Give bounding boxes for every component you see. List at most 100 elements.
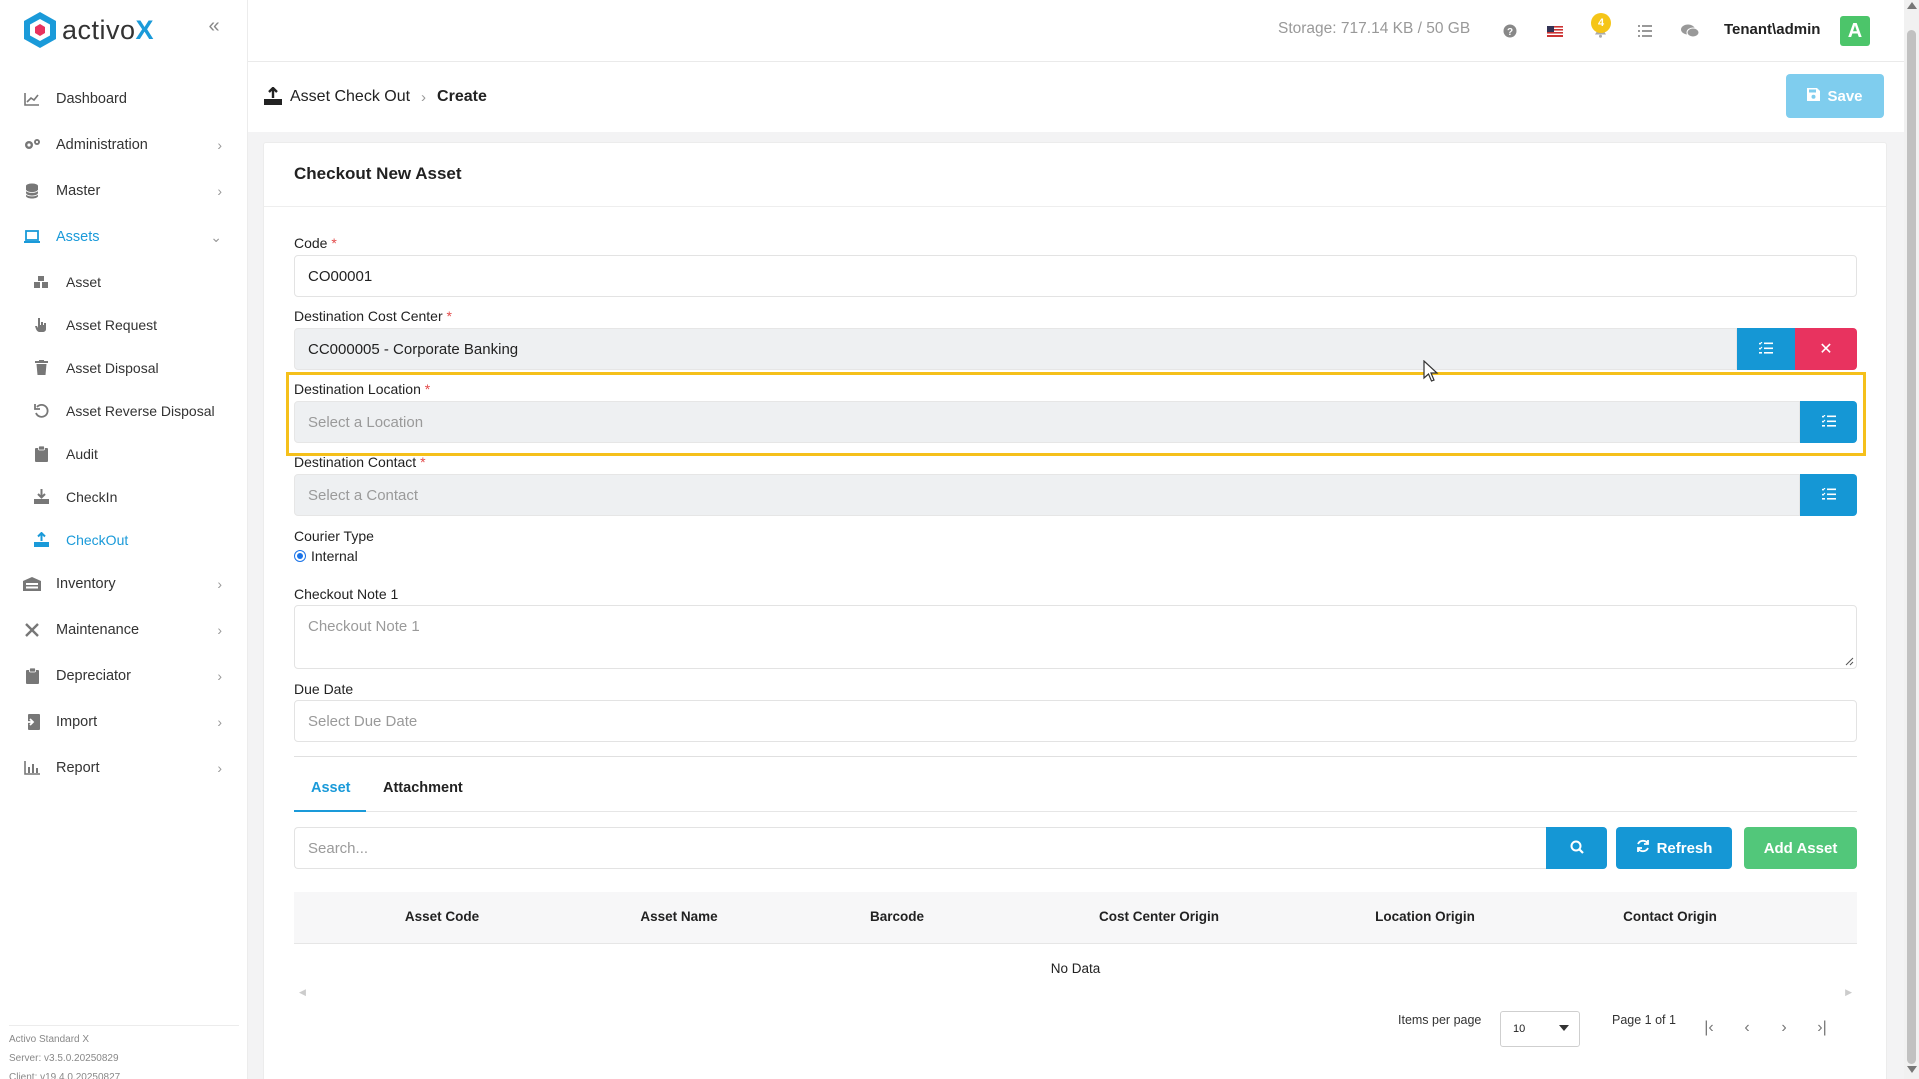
- chevron-down-icon: ⌄: [210, 229, 222, 245]
- location-label: Destination Location *: [294, 381, 430, 397]
- resize-handle-icon[interactable]: [1845, 657, 1854, 666]
- location-select-button[interactable]: [1800, 401, 1857, 443]
- search-icon: [1570, 840, 1584, 857]
- list-check-icon: [1821, 414, 1836, 430]
- us-flag-icon[interactable]: [1544, 20, 1566, 42]
- contact-select-button[interactable]: [1800, 474, 1857, 516]
- contact-field[interactable]: Select a Contact: [294, 474, 1800, 516]
- scrollbar-thumb[interactable]: [1907, 30, 1916, 1064]
- collapse-sidebar-icon[interactable]: «: [204, 16, 224, 36]
- sidebar-item-label: Maintenance: [56, 622, 140, 638]
- user-name[interactable]: Tenant\admin: [1724, 21, 1820, 38]
- sidebar-item-inventory[interactable]: Inventory ›: [0, 561, 248, 607]
- chat-icon[interactable]: [1679, 20, 1701, 42]
- chevron-right-icon: ›: [421, 88, 427, 106]
- due-date-field[interactable]: Select Due Date: [294, 700, 1857, 742]
- sidebar-subitem-asset-request[interactable]: Asset Request: [0, 303, 248, 346]
- undo-icon: [32, 402, 50, 420]
- first-page-icon[interactable]: |‹: [1698, 1017, 1720, 1039]
- clipboard-icon: [32, 445, 50, 463]
- location-label-text: Destination Location: [294, 381, 421, 397]
- chevron-right-icon: ›: [217, 137, 222, 153]
- horizontal-scrollbar[interactable]: ◀ ▶: [294, 987, 1857, 997]
- last-page-icon[interactable]: ›|: [1811, 1017, 1833, 1039]
- column-header[interactable]: Cost Center Origin: [1079, 909, 1239, 924]
- cost-center-select-button[interactable]: [1737, 328, 1795, 370]
- notification-badge: 4: [1591, 13, 1611, 33]
- bar-chart-icon: [22, 758, 42, 778]
- add-asset-button[interactable]: Add Asset: [1744, 827, 1857, 869]
- location-placeholder: Select a Location: [308, 413, 424, 431]
- sidebar-item-depreciator[interactable]: Depreciator ›: [0, 653, 248, 699]
- sidebar-subitem-asset[interactable]: Asset: [0, 260, 248, 303]
- topbar: Storage: 717.14 KB / 50 GB ? 4 Tenant\ad…: [248, 0, 1904, 62]
- upload-icon: [264, 86, 284, 107]
- help-icon[interactable]: ?: [1499, 20, 1521, 42]
- warehouse-icon: [22, 574, 42, 594]
- sidebar-subitem-asset-reverse-disposal[interactable]: Asset Reverse Disposal: [0, 389, 248, 432]
- cost-center-clear-button[interactable]: ✕: [1795, 328, 1857, 370]
- sidebar: activoX « Dashboard Administration › Mas…: [0, 0, 248, 1079]
- sidebar-subitem-audit[interactable]: Audit: [0, 432, 248, 475]
- sidebar-item-dashboard[interactable]: Dashboard: [0, 76, 248, 122]
- courier-option-label: Internal: [311, 548, 358, 564]
- chevron-right-icon: ›: [217, 183, 222, 199]
- refresh-button[interactable]: Refresh: [1616, 827, 1732, 869]
- courier-label: Courier Type: [294, 528, 374, 544]
- page-info: Page 1 of 1: [1612, 1013, 1676, 1027]
- search-placeholder: Search...: [308, 839, 369, 857]
- avatar[interactable]: A: [1840, 16, 1870, 46]
- sidebar-item-administration[interactable]: Administration ›: [0, 122, 248, 168]
- version-edition: Activo Standard X: [9, 1034, 90, 1045]
- items-per-page-select[interactable]: 10: [1500, 1011, 1580, 1047]
- sidebar-subitem-checkin[interactable]: CheckIn: [0, 475, 248, 518]
- scroll-left-icon[interactable]: ◀: [299, 987, 306, 998]
- contact-label-text: Destination Contact: [294, 454, 417, 470]
- sidebar-subitem-label: CheckOut: [66, 531, 129, 548]
- sidebar-subitem-label: Audit: [66, 445, 98, 462]
- tab-attachment[interactable]: Attachment: [383, 780, 463, 796]
- radio-button[interactable]: [294, 550, 306, 562]
- column-header[interactable]: Asset Code: [382, 909, 502, 924]
- scroll-right-icon[interactable]: ▶: [1845, 987, 1852, 998]
- divider: [264, 206, 1886, 207]
- hand-pointer-icon: [32, 316, 50, 334]
- search-button[interactable]: [1546, 827, 1607, 869]
- tab-asset[interactable]: Asset: [311, 780, 351, 796]
- sidebar-item-label: Administration: [56, 137, 148, 153]
- sidebar-item-assets[interactable]: Assets ⌄: [0, 214, 248, 260]
- chevron-right-icon: ›: [217, 576, 222, 592]
- list-icon[interactable]: [1634, 20, 1656, 42]
- column-header[interactable]: Location Origin: [1355, 909, 1495, 924]
- code-field[interactable]: CO00001: [294, 255, 1857, 297]
- scroll-up-icon[interactable]: [1907, 2, 1917, 9]
- breadcrumb-current: Create: [437, 88, 487, 105]
- activo-logo-icon: [24, 12, 56, 48]
- sidebar-item-import[interactable]: Import ›: [0, 699, 248, 745]
- storage-usage: Storage: 717.14 KB / 50 GB: [1278, 20, 1471, 37]
- column-header[interactable]: Asset Name: [619, 909, 739, 924]
- courier-internal-option[interactable]: Internal: [294, 548, 358, 564]
- scroll-down-icon[interactable]: [1907, 1066, 1917, 1073]
- column-header[interactable]: Barcode: [837, 909, 957, 924]
- checkout-note-textarea[interactable]: Checkout Note 1: [294, 605, 1857, 669]
- column-header[interactable]: Contact Origin: [1600, 909, 1740, 924]
- vertical-scrollbar[interactable]: [1904, 0, 1919, 1079]
- sidebar-item-master[interactable]: Master ›: [0, 168, 248, 214]
- breadcrumb-parent[interactable]: Asset Check Out: [290, 88, 410, 106]
- asset-search-input[interactable]: Search...: [294, 827, 1547, 869]
- tools-icon: [22, 620, 42, 640]
- save-button[interactable]: Save: [1786, 74, 1884, 118]
- sidebar-subitem-checkout[interactable]: CheckOut: [0, 518, 248, 561]
- next-page-icon[interactable]: ›: [1773, 1017, 1795, 1039]
- sidebar-item-maintenance[interactable]: Maintenance ›: [0, 607, 248, 653]
- trash-icon: [32, 359, 50, 377]
- sidebar-item-report[interactable]: Report ›: [0, 745, 248, 791]
- caret-down-icon: [1559, 1025, 1569, 1031]
- version-info: Activo Standard X Server: v3.5.0.2025082…: [9, 1025, 239, 1079]
- cost-center-field[interactable]: CC000005 - Corporate Banking: [294, 328, 1737, 370]
- logo[interactable]: activoX: [22, 10, 154, 50]
- sidebar-subitem-asset-disposal[interactable]: Asset Disposal: [0, 346, 248, 389]
- location-field[interactable]: Select a Location: [294, 401, 1800, 443]
- previous-page-icon[interactable]: ‹: [1736, 1017, 1758, 1039]
